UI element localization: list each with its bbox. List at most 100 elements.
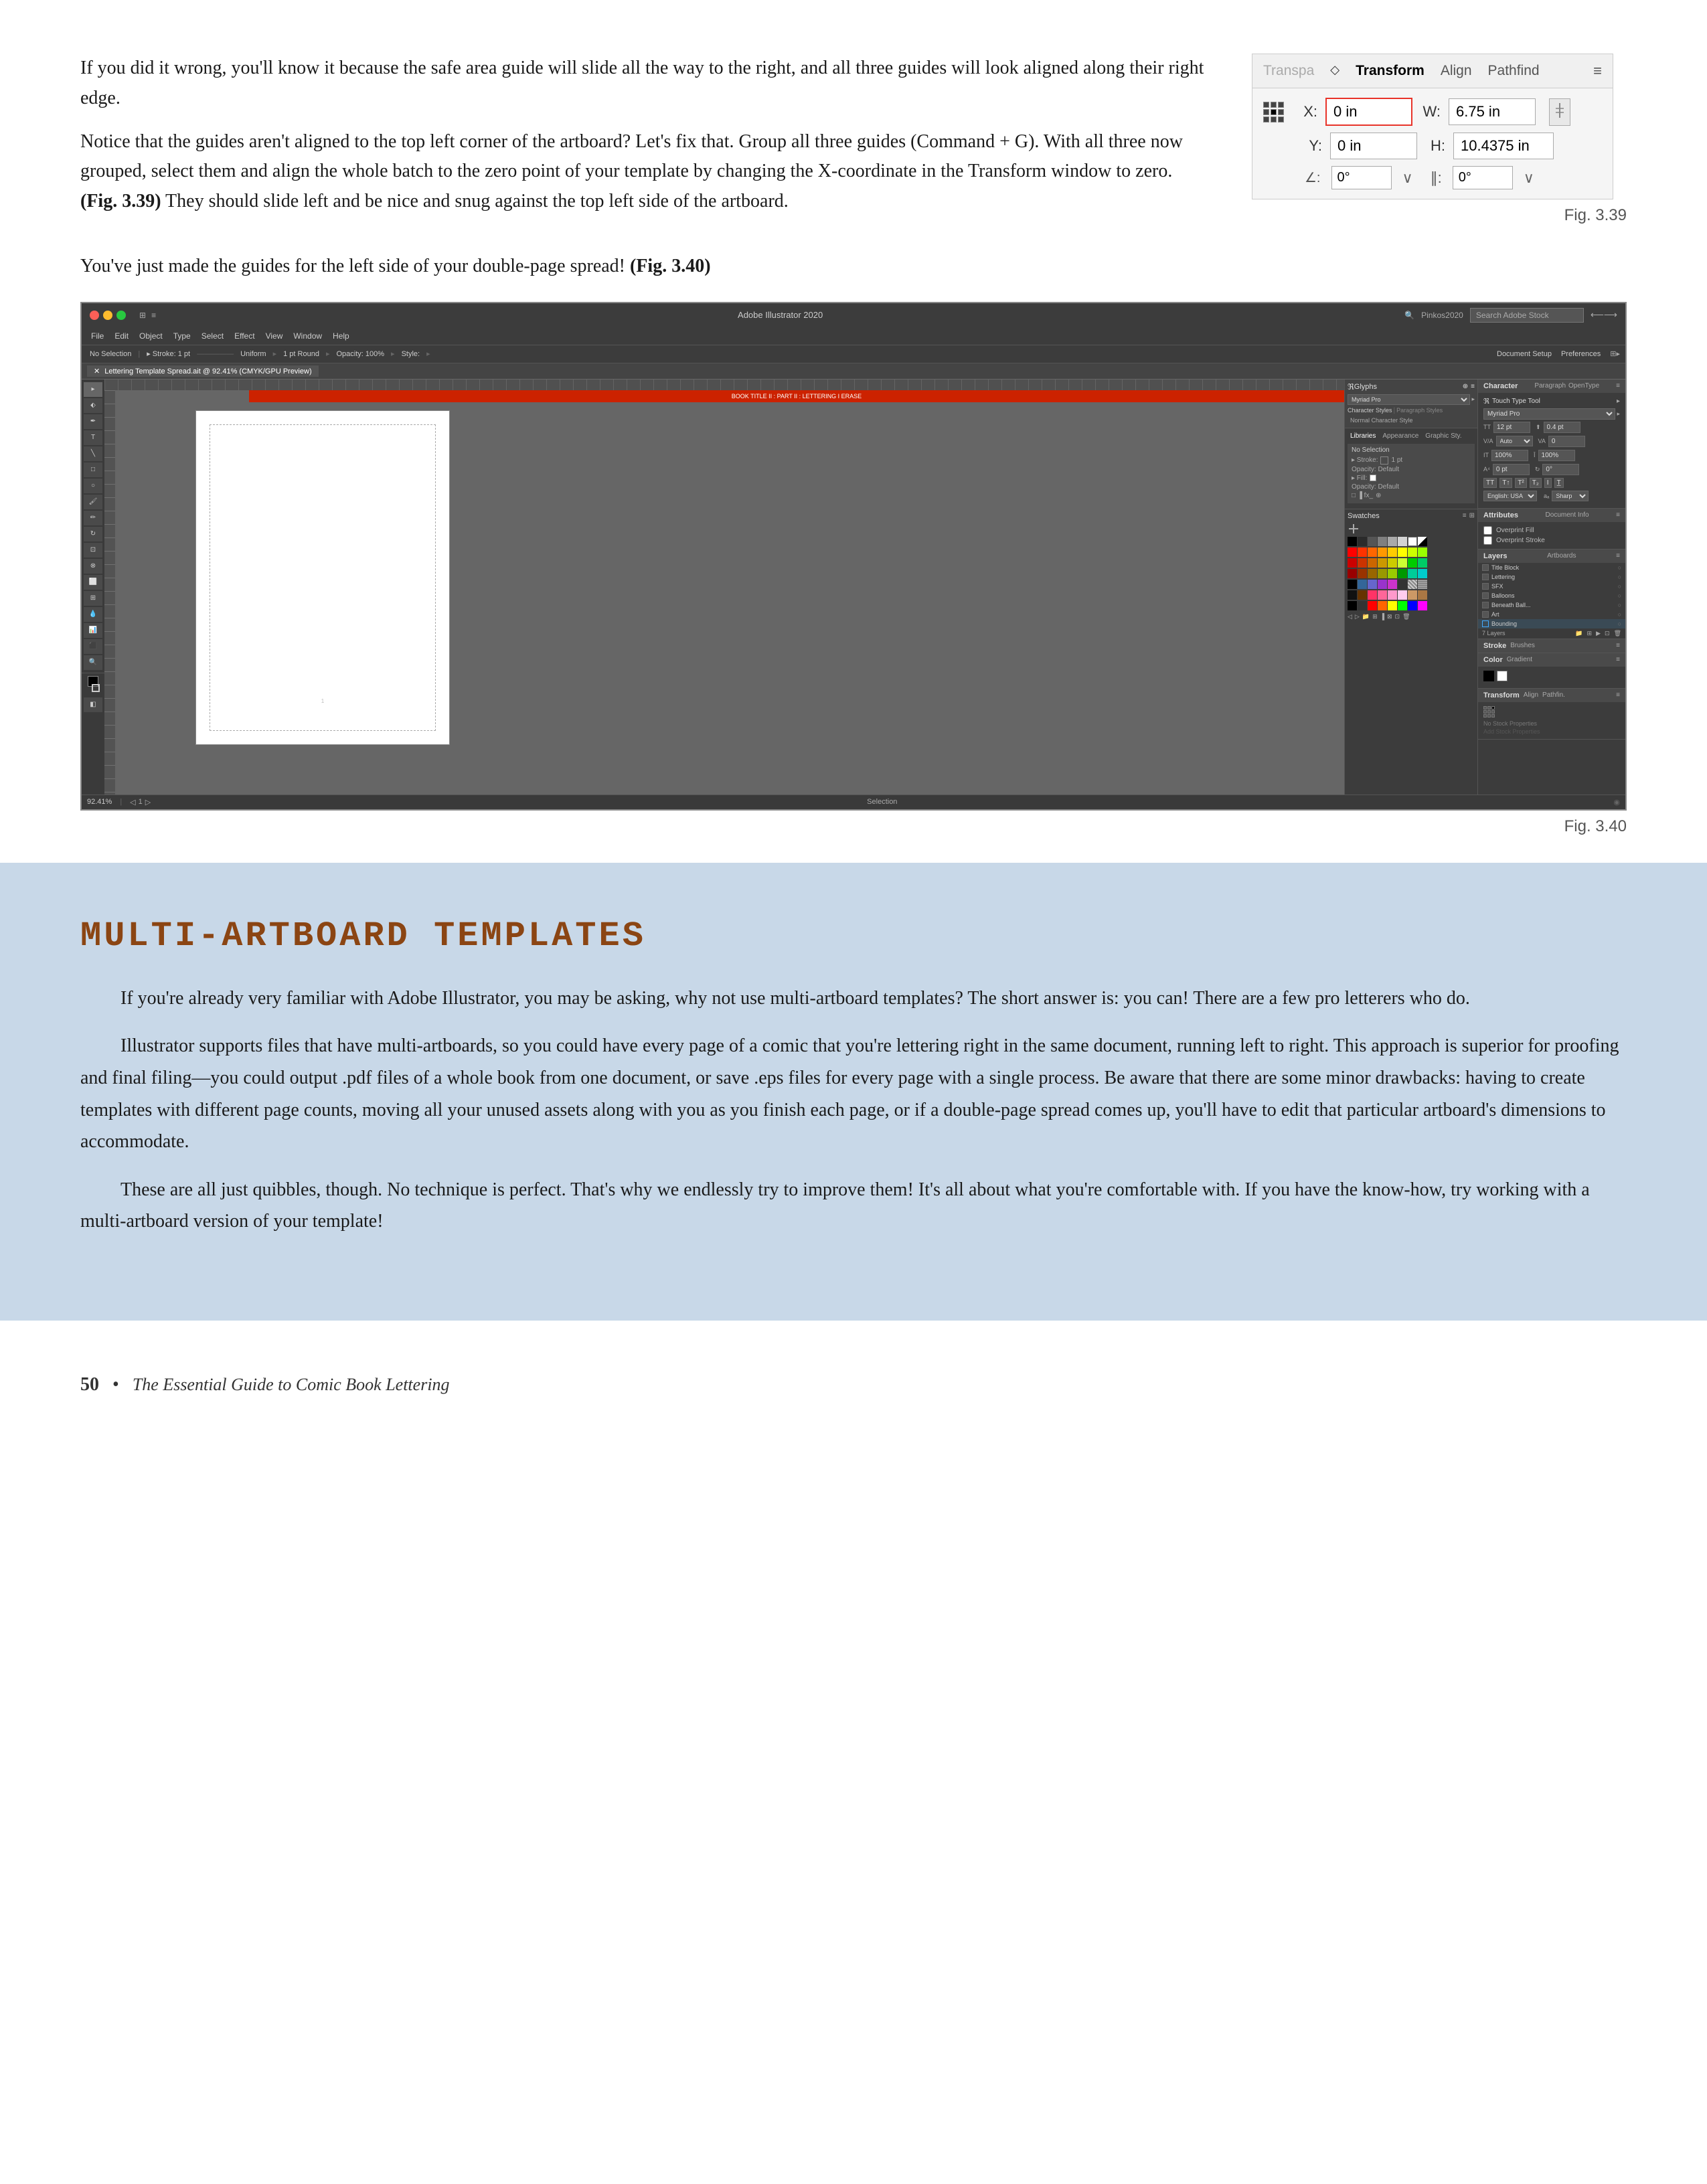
transform-tab-label[interactable]: Transform <box>1483 691 1520 699</box>
cg-panel-menu[interactable]: ≡ <box>1616 656 1620 663</box>
swatch-tan2[interactable] <box>1418 590 1427 600</box>
swatch-black3[interactable] <box>1348 601 1357 610</box>
direct-selection-tool[interactable]: ⬖ <box>84 398 102 413</box>
color-gradient-header[interactable]: Color Gradient ≡ <box>1478 653 1625 667</box>
align-tab-label[interactable]: Align <box>1524 691 1538 699</box>
layer-lock-2[interactable]: ○ <box>1618 574 1621 580</box>
search-adobe-stock-input[interactable]: Search Adobe Stock <box>1470 308 1584 323</box>
touch-type-icon[interactable]: ℜ <box>1483 397 1489 406</box>
layer-balloons[interactable]: Balloons ○ <box>1478 591 1625 600</box>
angle1-input[interactable] <box>1331 166 1392 189</box>
glyphs-label[interactable]: Glyphs <box>1354 383 1377 391</box>
ai-artboard[interactable]: 1 <box>195 410 450 745</box>
glyphs-menu-icon[interactable]: ⊕ <box>1463 383 1468 390</box>
menu-effect[interactable]: Effect <box>230 330 258 342</box>
swatch-maroon2[interactable] <box>1358 569 1367 578</box>
swatches-folder-btn[interactable]: 📁 <box>1362 613 1370 620</box>
swatch-cyan[interactable] <box>1418 569 1427 578</box>
close-button[interactable] <box>90 311 99 320</box>
layer-visibility-5[interactable] <box>1482 602 1489 608</box>
color-tab-label[interactable]: Color <box>1483 656 1503 664</box>
menu-select[interactable]: Select <box>197 330 228 342</box>
font-family-select[interactable]: Myriad Pro <box>1348 394 1470 405</box>
char-panel-menu[interactable]: ≡ <box>1616 382 1620 390</box>
swatch-tan[interactable] <box>1408 590 1417 600</box>
t-style-btn[interactable]: T↑ <box>1499 478 1512 488</box>
attr-menu[interactable]: ≡ <box>1616 511 1620 519</box>
preferences-btn[interactable]: Preferences <box>1558 349 1603 359</box>
fx-icon[interactable]: ⊕ <box>1376 492 1381 499</box>
overprint-stroke-cb[interactable] <box>1483 536 1492 545</box>
swatch-maroon[interactable] <box>1348 569 1357 578</box>
layer-bounding[interactable]: Bounding ○ <box>1478 619 1625 628</box>
swatches-misc-btn[interactable]: ⊠ <box>1387 613 1392 620</box>
mesh-tool[interactable]: ⊞ <box>84 591 102 606</box>
add-swatch-icon[interactable] <box>1348 523 1360 535</box>
layer-sfx[interactable]: SFX ○ <box>1478 582 1625 591</box>
opentype-tab[interactable]: OpenType <box>1568 382 1599 390</box>
swatches-menu-btn[interactable]: ◁ <box>1348 613 1352 620</box>
layer-lock-3[interactable]: ○ <box>1618 583 1621 590</box>
swatches-list-icon[interactable]: ≡ <box>1463 512 1467 519</box>
swatch-white[interactable] <box>1408 537 1417 546</box>
gradient-tool[interactable]: ⬜ <box>84 575 102 590</box>
swatch-darkred2[interactable] <box>1358 558 1367 568</box>
move-selection-btn[interactable]: ▶ <box>1596 630 1601 637</box>
layer-title-block[interactable]: Title Block ○ <box>1478 563 1625 572</box>
overprint-fill-cb[interactable] <box>1483 526 1492 535</box>
swatches-misc2-btn[interactable]: ⊡ <box>1395 613 1400 620</box>
new-sublayer-btn[interactable]: ⊞ <box>1587 630 1593 637</box>
bg-color-swatch[interactable] <box>1497 671 1508 681</box>
layer-lock-6[interactable]: ○ <box>1618 611 1621 618</box>
swatch-fuchsia[interactable] <box>1418 601 1427 610</box>
tab-transform[interactable]: Transform <box>1356 63 1425 79</box>
swatch-red3[interactable] <box>1368 601 1377 610</box>
stroke-swatch[interactable] <box>1380 456 1388 465</box>
constraint-icon[interactable] <box>1549 98 1570 126</box>
swatch-none[interactable] <box>1418 537 1427 546</box>
swatch-purple[interactable] <box>1368 580 1377 589</box>
zoom-tool[interactable]: 🔍 <box>84 655 102 670</box>
layers-panel-header[interactable]: Layers Artboards ≡ <box>1478 550 1625 563</box>
swatch-violet[interactable] <box>1378 580 1387 589</box>
normal-style-row[interactable]: Normal Character Style <box>1348 416 1475 425</box>
rotation-input[interactable] <box>1542 464 1579 475</box>
layer-lettering[interactable]: Lettering ○ <box>1478 572 1625 582</box>
minimize-button[interactable] <box>103 311 112 320</box>
pathfinder-tab-label[interactable]: Pathfin. <box>1542 691 1565 699</box>
scale-tool[interactable]: ⊡ <box>84 543 102 558</box>
swatch-orange3[interactable] <box>1378 601 1387 610</box>
stroke-tab-label[interactable]: Stroke <box>1483 642 1506 650</box>
swatch-red[interactable] <box>1348 548 1357 557</box>
layer-lock-5[interactable]: ○ <box>1618 602 1621 608</box>
menu-file[interactable]: File <box>87 330 108 342</box>
blend-tool[interactable]: ⊗ <box>84 559 102 574</box>
t-subscript[interactable]: T₂ <box>1530 478 1542 488</box>
ta-panel-menu[interactable]: ≡ <box>1616 691 1620 699</box>
swatch-pink[interactable] <box>1368 590 1377 600</box>
layer-visibility-3[interactable] <box>1482 583 1489 590</box>
swatch-green3[interactable] <box>1398 569 1407 578</box>
bottom-panel-header[interactable]: Stroke Brushes ≡ <box>1478 639 1625 653</box>
swatch-dark[interactable] <box>1398 580 1407 589</box>
char-font-select[interactable]: Myriad Pro <box>1483 408 1615 420</box>
swatch-yellow2[interactable] <box>1398 548 1407 557</box>
transform-align-header[interactable]: Transform Align Pathfin. ≡ <box>1478 689 1625 702</box>
prev-artboard-btn[interactable]: ◁ <box>130 798 135 807</box>
menu-window[interactable]: Window <box>289 330 326 342</box>
panel-menu-icon[interactable]: ≡ <box>1593 62 1602 80</box>
swatch-navy[interactable] <box>1358 580 1367 589</box>
baseline-input[interactable] <box>1493 464 1530 475</box>
char-styles-tab[interactable]: Character Styles <box>1348 407 1392 414</box>
swatch-blue[interactable] <box>1408 601 1417 610</box>
tab-align[interactable]: Align <box>1441 63 1472 79</box>
swatch-pink4[interactable] <box>1398 590 1407 600</box>
main-tab[interactable]: ✕ Lettering Template Spread.ait @ 92.41%… <box>87 365 319 377</box>
glyphs-close-icon[interactable]: ≡ <box>1471 383 1475 390</box>
swatch-black2[interactable] <box>1348 580 1357 589</box>
h-input[interactable] <box>1453 133 1554 159</box>
fg-color-swatch[interactable] <box>1483 671 1494 681</box>
layers-menu[interactable]: ≡ <box>1616 552 1620 560</box>
w-input[interactable] <box>1449 98 1536 125</box>
swatch-red2[interactable] <box>1358 548 1367 557</box>
